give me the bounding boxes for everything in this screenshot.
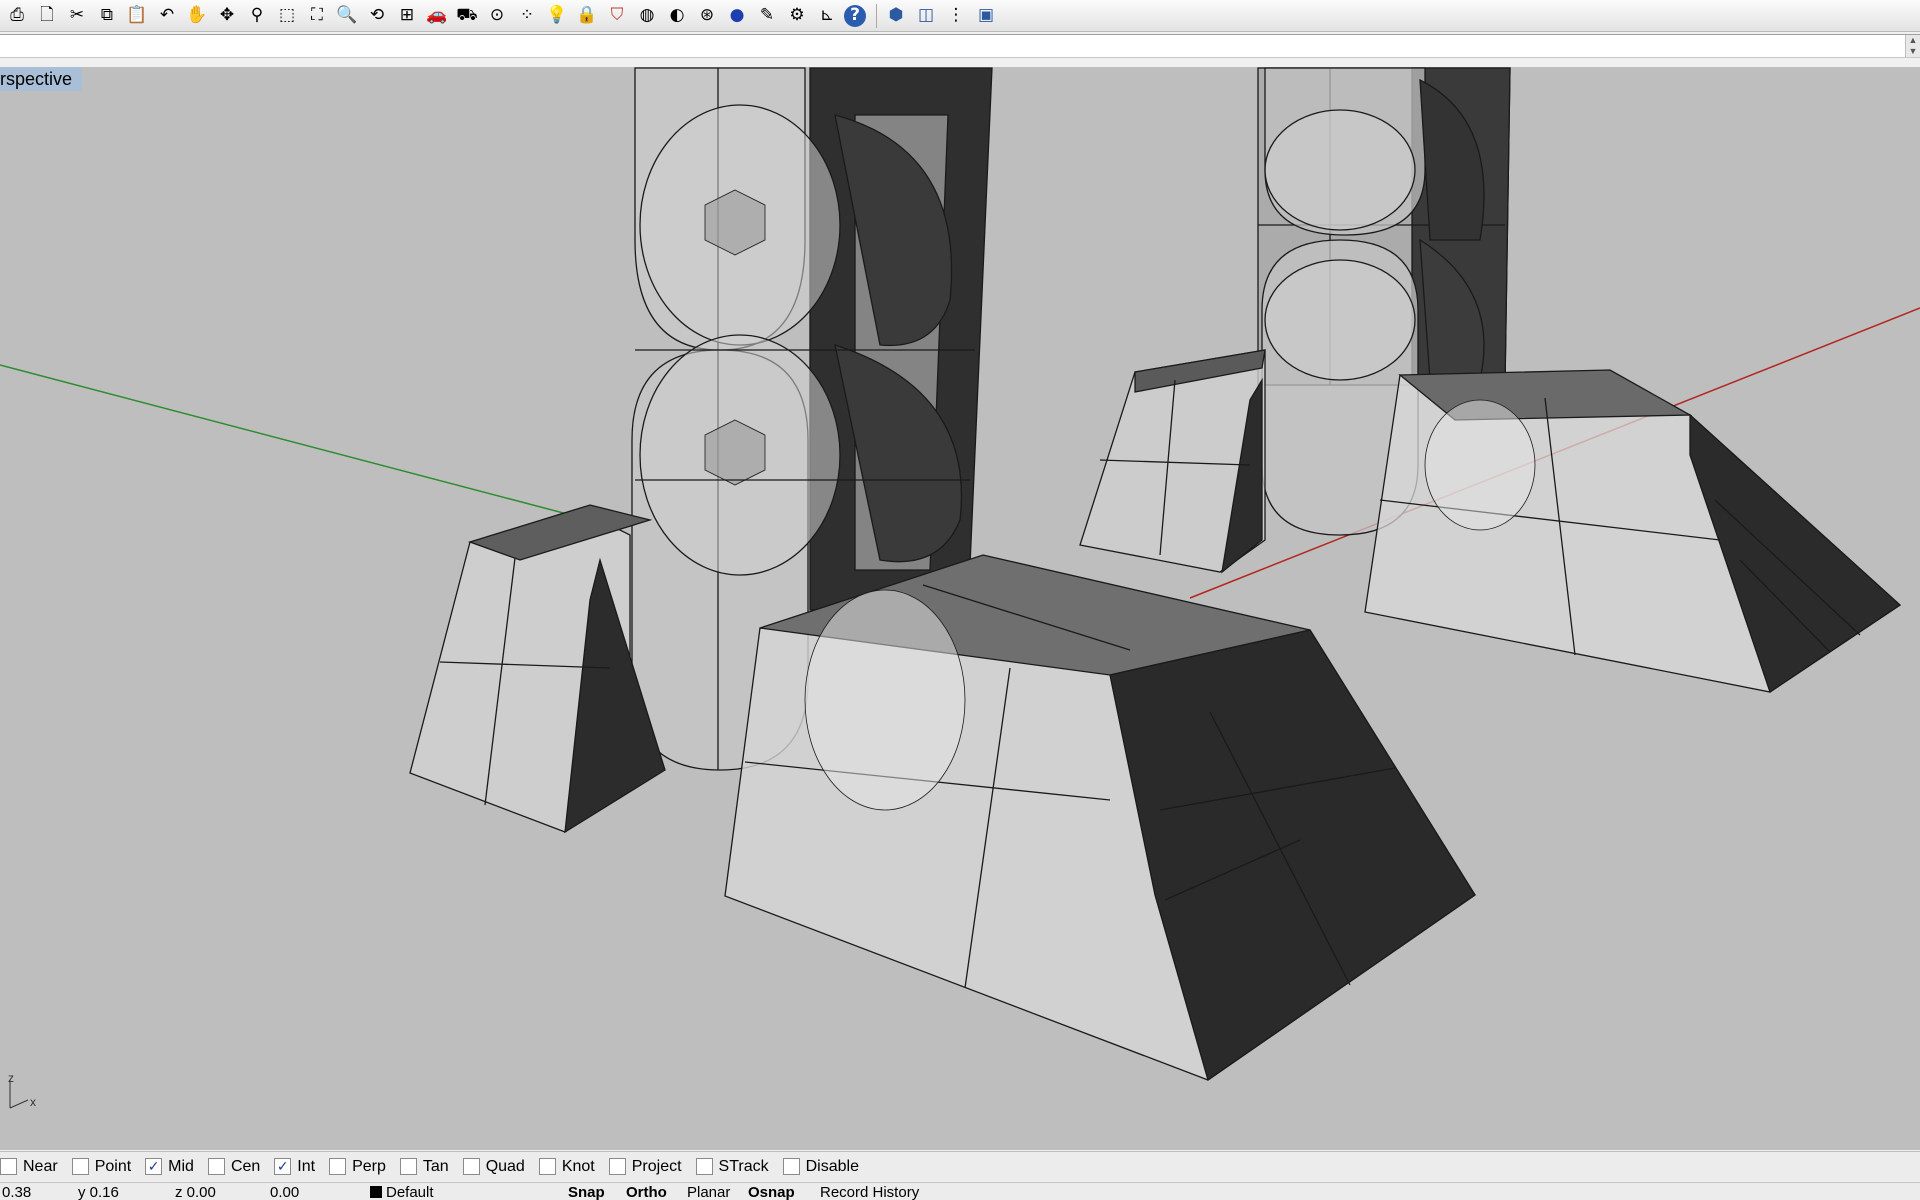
osnap-perp[interactable]: Perp — [329, 1158, 386, 1176]
layer-indicator[interactable]: Default — [370, 1183, 434, 1200]
light-bulb-icon[interactable]: 💡 — [544, 3, 570, 29]
shaded-box-icon[interactable]: ⬢ — [883, 3, 909, 29]
layer-color-swatch — [370, 1186, 382, 1198]
snap-pane[interactable]: Snap — [568, 1183, 605, 1200]
copy-icon[interactable]: ⧉ — [94, 3, 120, 29]
car-icon[interactable]: 🚗 — [424, 3, 450, 29]
osnap-label: Cen — [230, 1157, 261, 1175]
four-viewports-icon[interactable]: ⊞ — [394, 3, 420, 29]
zoom-dynamic-icon[interactable]: ⚲ — [244, 3, 270, 29]
osnap-checkbox[interactable] — [695, 1158, 713, 1175]
coord-x: 0.38 — [2, 1184, 32, 1200]
wireframe-box-icon[interactable]: ◫ — [913, 3, 939, 29]
osnap-checkbox[interactable] — [399, 1158, 417, 1175]
highlight-icon[interactable]: ✎ — [754, 3, 780, 29]
planar-pane[interactable]: Planar — [687, 1183, 730, 1200]
toolbar-separator — [876, 3, 877, 28]
osnap-label: Disable — [805, 1157, 859, 1175]
osnap-bar: Near Point ✓ Mid Cen ✓ Int Perp Tan Quad Knot Proje… — [0, 1151, 1920, 1181]
osnap-checkbox[interactable] — [538, 1158, 556, 1175]
osnap-label: Project — [631, 1157, 682, 1175]
osnap-checkbox[interactable] — [782, 1158, 800, 1175]
dimension-icon[interactable]: ⊾ — [814, 3, 840, 29]
osnap-label: Mid — [168, 1157, 194, 1175]
osnap-checkbox[interactable] — [608, 1158, 626, 1175]
new-file-icon[interactable]: 🗋 — [34, 3, 60, 29]
axis-z-label: z — [8, 1071, 14, 1085]
lock-icon[interactable]: 🔒 — [574, 3, 600, 29]
osnap-tan[interactable]: Tan — [399, 1157, 449, 1176]
osnap-label: Point — [94, 1157, 132, 1175]
color-wheel-icon[interactable]: ◍ — [634, 3, 660, 29]
viewport-layout-icon[interactable]: ▣ — [973, 3, 999, 29]
cut-icon[interactable]: ✂ — [64, 3, 90, 29]
osnap-label: Knot — [561, 1157, 595, 1175]
coord-distance: 0.00 — [270, 1184, 300, 1200]
viewport-canvas: z x — [0, 67, 1920, 1109]
osnap-quad[interactable]: Quad — [462, 1157, 525, 1176]
zoom-selected-icon[interactable]: 🔍 — [334, 3, 360, 29]
print-icon[interactable]: ⎙ — [4, 3, 30, 29]
main-toolbar: ⎙ 🗋 ✂ ⧉ 📋 ↶ ✋ ✥ ⚲ ⬚ ⛶ 🔍 ⟲ ⊞ 🚗 ⛟ ⊙ ⁘ 💡 🔒 ⛉ ◍ ◐ ⊛ ● ✎ ⚙ ⊾? ⬢ ◫ ⋮ ▣ — [0, 0, 1920, 32]
osnap-point[interactable]: Point — [71, 1157, 132, 1176]
status-bar: 0.38 y 0.16 z 0.00 0.00 Default Snap Ort… — [0, 1182, 1920, 1200]
osnap-mid[interactable]: ✓ Mid — [145, 1158, 194, 1176]
undo-icon[interactable]: ↶ — [154, 3, 180, 29]
osnap-cen[interactable]: Cen — [207, 1157, 261, 1176]
perspective-viewport[interactable]: z x rspective — [0, 67, 1920, 1150]
layer-name: Default — [386, 1184, 434, 1200]
options-gear-icon[interactable]: ⚙ — [784, 3, 810, 29]
osnap-near[interactable]: Near — [0, 1158, 58, 1176]
osnap-label: Perp — [352, 1157, 386, 1175]
osnap-checkbox[interactable]: ✓ — [145, 1158, 163, 1175]
osnap-checkbox[interactable] — [207, 1158, 225, 1175]
pan-hand-icon[interactable]: ✋ — [184, 3, 210, 29]
coord-y: y 0.16 — [78, 1184, 119, 1200]
osnap-label: Near — [23, 1157, 58, 1175]
osnap-project[interactable]: Project — [608, 1157, 682, 1176]
osnap-pane[interactable]: Osnap — [748, 1183, 795, 1200]
osnap-checkbox[interactable] — [462, 1158, 480, 1175]
osnap-label: STrack — [718, 1157, 769, 1175]
osnap-checkbox[interactable] — [71, 1158, 89, 1175]
zoom-extents-icon[interactable]: ⛶ — [304, 3, 330, 29]
ortho-pane[interactable]: Ortho — [626, 1183, 667, 1200]
viewport-title[interactable]: rspective — [0, 67, 83, 91]
command-line[interactable]: ▲ ▼ — [0, 34, 1920, 58]
paste-icon[interactable]: 📋 — [124, 3, 150, 29]
rotate-view-icon[interactable]: ✥ — [214, 3, 240, 29]
osnap-label: Quad — [485, 1157, 525, 1175]
undo-view-change-icon[interactable]: ⟲ — [364, 3, 390, 29]
record-history-pane[interactable]: Record History — [820, 1183, 919, 1200]
render-sphere-icon[interactable]: ● — [724, 3, 750, 29]
points-icon[interactable]: ⁘ — [514, 3, 540, 29]
zoom-window-icon[interactable]: ⬚ — [274, 3, 300, 29]
surface-analysis-icon[interactable]: ◐ — [664, 3, 690, 29]
right-leg-module[interactable] — [1079, 67, 1902, 694]
mesh-icon[interactable]: ⊛ — [694, 3, 720, 29]
render-preview-icon[interactable]: ⛟ — [454, 3, 480, 29]
osnap-label: Int — [297, 1157, 316, 1175]
coord-z: z 0.00 — [175, 1184, 216, 1200]
osnap-knot[interactable]: Knot — [538, 1157, 595, 1176]
more-options-icon[interactable]: ⋮ — [943, 3, 969, 29]
osnap-label: Tan — [422, 1157, 449, 1175]
osnap-checkbox[interactable] — [329, 1158, 347, 1175]
osnap-int[interactable]: ✓ Int — [274, 1158, 315, 1176]
layers-icon[interactable]: ⛉ — [604, 3, 630, 29]
osnap-checkbox[interactable] — [0, 1158, 17, 1175]
command-scroll-arrows[interactable]: ▲ ▼ — [1905, 35, 1920, 57]
axis-x-label: x — [30, 1095, 36, 1109]
y-axis-line — [0, 364, 591, 521]
osnap-checkbox[interactable]: ✓ — [274, 1158, 292, 1175]
osnap-strack[interactable]: STrack — [695, 1157, 769, 1176]
select-icon[interactable]: ⊙ — [484, 3, 510, 29]
help-icon[interactable]: ? — [844, 4, 866, 27]
osnap-disable[interactable]: Disable — [782, 1157, 859, 1176]
